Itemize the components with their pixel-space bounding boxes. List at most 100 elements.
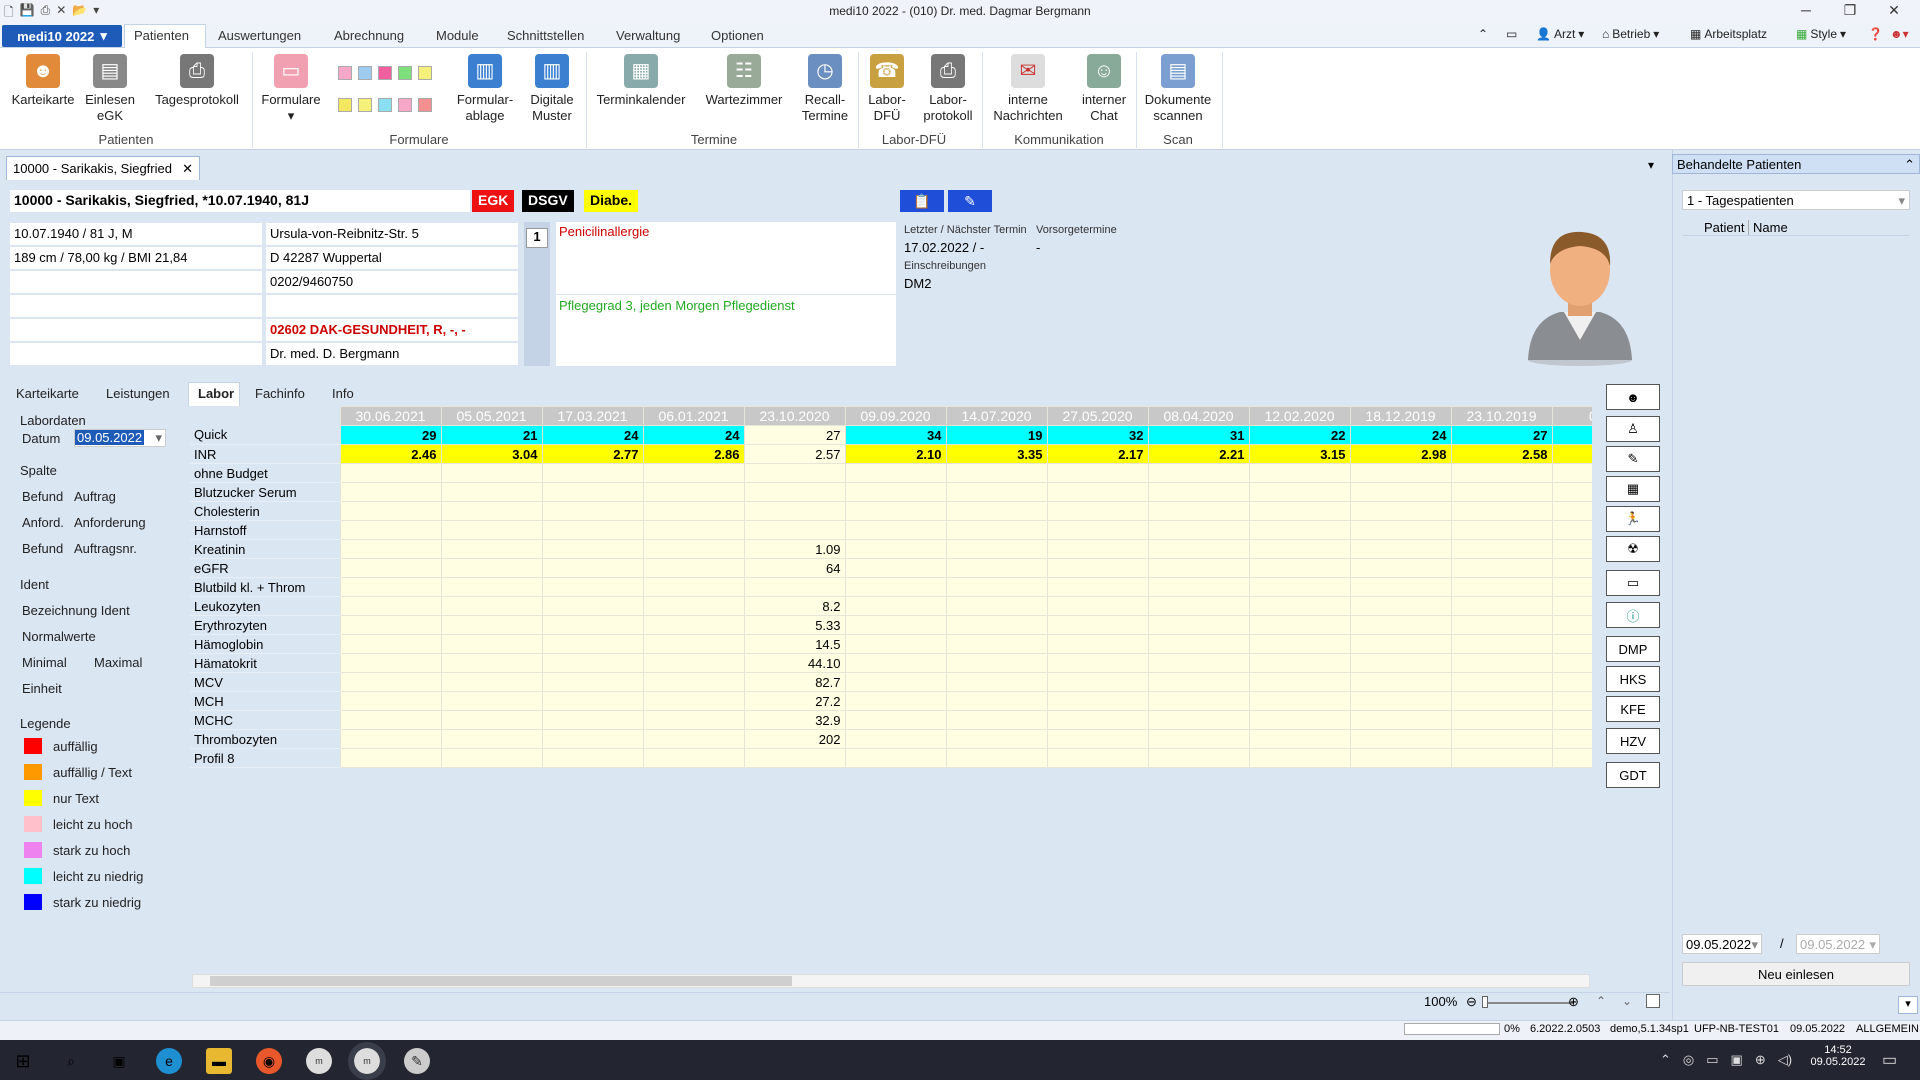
lab-value-cell[interactable] <box>743 520 846 540</box>
battery-icon[interactable]: ▭ <box>1706 1052 1718 1068</box>
interne-nachrichten-button[interactable]: ✉ interne Nachrichten <box>984 54 1072 124</box>
lab-value-cell[interactable] <box>743 463 846 483</box>
lab-value-cell[interactable] <box>1551 691 1592 711</box>
lab-value-cell[interactable] <box>541 729 644 749</box>
lab-value-cell[interactable] <box>844 596 947 616</box>
lab-value-cell[interactable] <box>339 520 442 540</box>
lab-value-cell[interactable] <box>1450 672 1553 692</box>
date-column-header[interactable]: 18.12.2019 <box>1349 406 1452 426</box>
lab-value-cell[interactable]: 27 <box>743 425 846 445</box>
datum-input[interactable]: 09.05.2022 ▾ <box>74 429 166 447</box>
patient-list[interactable] <box>1682 236 1910 926</box>
lab-value-cell[interactable]: 2.77 <box>541 444 644 464</box>
form-swatch-icon[interactable] <box>358 98 372 112</box>
anford-option[interactable]: Anford. <box>22 515 64 530</box>
clock[interactable]: 14:52 09.05.2022 <box>1800 1044 1876 1068</box>
lab-value-cell[interactable]: 44.10 <box>743 653 846 673</box>
dropdown-arrow-icon[interactable]: ▾ <box>1648 158 1654 172</box>
lab-value-cell[interactable] <box>1551 463 1592 483</box>
lab-value-cell[interactable] <box>440 463 543 483</box>
dsgv-badge[interactable]: DSGV <box>522 190 574 212</box>
lab-value-cell[interactable] <box>642 577 745 597</box>
labor-dfu-button[interactable]: ☎ Labor- DFÜ <box>862 54 912 124</box>
tab-karteikarte[interactable]: Karteikarte <box>16 386 79 401</box>
lab-value-cell[interactable] <box>1450 539 1553 559</box>
lab-row[interactable]: Blutzucker Serum <box>190 482 1592 502</box>
lab-value-cell[interactable] <box>339 577 442 597</box>
lab-value-cell[interactable] <box>1551 653 1592 673</box>
app-menu-button[interactable]: medi10 2022 ▾ <box>2 25 122 47</box>
lab-value-cell[interactable] <box>1147 653 1250 673</box>
lab-value-cell[interactable] <box>1248 482 1351 502</box>
lab-value-cell[interactable] <box>945 482 1048 502</box>
lab-value-cell[interactable] <box>339 558 442 578</box>
lab-value-cell[interactable] <box>945 539 1048 559</box>
lab-value-cell[interactable] <box>1551 539 1592 559</box>
lab-parameter-name[interactable]: Hämoglobin <box>190 634 340 654</box>
lab-value-cell[interactable]: 19 <box>945 425 1048 445</box>
lab-value-cell[interactable] <box>440 710 543 730</box>
karteikarte-button[interactable]: ☻ Karteikarte <box>6 54 80 108</box>
lab-row[interactable]: MCV 82.7 <box>190 672 1592 692</box>
lab-value-cell[interactable]: 27 <box>1450 425 1553 445</box>
tab-labor[interactable]: Labor <box>198 386 234 401</box>
lab-value-cell[interactable] <box>1248 729 1351 749</box>
lab-value-cell[interactable] <box>1450 615 1553 635</box>
interner-chat-button[interactable]: ☺ interner Chat <box>1074 54 1134 124</box>
lab-value-cell[interactable] <box>440 634 543 654</box>
lab-value-cell[interactable] <box>642 482 745 502</box>
hzv-button[interactable]: HZV <box>1606 728 1660 754</box>
lab-value-cell[interactable] <box>1450 501 1553 521</box>
lab-value-cell[interactable] <box>642 691 745 711</box>
lab-value-cell[interactable] <box>1248 653 1351 673</box>
lab-value-cell[interactable] <box>541 520 644 540</box>
col-name[interactable]: Name <box>1748 220 1788 235</box>
lab-parameter-name[interactable]: Erythrozyten <box>190 615 340 635</box>
style-menu[interactable]: ▦ Style ▾ <box>1796 27 1846 41</box>
chevron-up-icon[interactable]: ⌃ <box>1660 1052 1671 1068</box>
lab-value-cell[interactable] <box>339 615 442 635</box>
lab-value-cell[interactable] <box>1046 520 1149 540</box>
lab-value-cell[interactable] <box>1046 577 1149 597</box>
lab-value-cell[interactable] <box>1349 539 1452 559</box>
form-swatch-icon[interactable] <box>358 66 372 80</box>
lab-parameter-name[interactable]: Profil 8 <box>190 748 340 768</box>
lab-grid[interactable]: 30.06.2021 05.05.2021 17.03.2021 06.01.2021… <box>190 406 1592 966</box>
laborprotokoll-button[interactable]: ⎙ Labor-protokoll <box>918 54 978 124</box>
betrieb-menu[interactable]: ⌂ Betrieb ▾ <box>1602 27 1659 41</box>
lab-value-cell[interactable]: 34 <box>844 425 947 445</box>
tab-leistungen[interactable]: Leistungen <box>106 386 170 401</box>
lab-value-cell[interactable] <box>1046 463 1149 483</box>
edit-icon[interactable]: ✎ <box>948 190 992 212</box>
hks-button[interactable]: HKS <box>1606 666 1660 692</box>
tab-info[interactable]: Info <box>332 386 354 401</box>
lab-value-cell[interactable] <box>1147 748 1250 768</box>
form-swatch-icon[interactable] <box>378 98 392 112</box>
lab-value-cell[interactable] <box>642 653 745 673</box>
lab-row[interactable]: eGFR 64 <box>190 558 1592 578</box>
task-view-icon[interactable]: ▣ <box>106 1048 132 1074</box>
digitale-muster-button[interactable]: ▥ Digitale Muster <box>522 54 582 124</box>
lab-value-cell[interactable] <box>945 729 1048 749</box>
lab-value-cell[interactable] <box>844 653 947 673</box>
lab-parameter-name[interactable]: eGFR <box>190 558 340 578</box>
lab-value-cell[interactable] <box>1450 729 1553 749</box>
lab-value-cell[interactable] <box>541 539 644 559</box>
date-from-input[interactable]: 09.05.2022 ▾ <box>1682 934 1762 954</box>
restore-icon[interactable]: ❐ <box>1830 2 1870 19</box>
lab-parameter-name[interactable]: INR <box>190 444 340 464</box>
lab-parameter-name[interactable]: MCHC <box>190 710 340 730</box>
lab-row[interactable]: Blutbild kl. + Throm <box>190 577 1592 597</box>
lab-value-cell[interactable]: 24 <box>1349 425 1452 445</box>
tab-fachinfo[interactable]: Fachinfo <box>255 386 305 401</box>
lab-value-cell[interactable] <box>339 539 442 559</box>
lab-value-cell[interactable]: 2.86 <box>642 444 745 464</box>
windows-start-icon[interactable]: ⊞ <box>10 1048 36 1074</box>
lab-row[interactable]: Cholesterin <box>190 501 1592 521</box>
lab-value-cell[interactable] <box>541 634 644 654</box>
patient-avatar[interactable] <box>1520 220 1640 366</box>
lab-value-cell[interactable] <box>1248 520 1351 540</box>
lab-value-cell[interactable] <box>642 501 745 521</box>
lab-value-cell[interactable] <box>945 501 1048 521</box>
lab-value-cell[interactable]: 2.58 <box>1450 444 1553 464</box>
